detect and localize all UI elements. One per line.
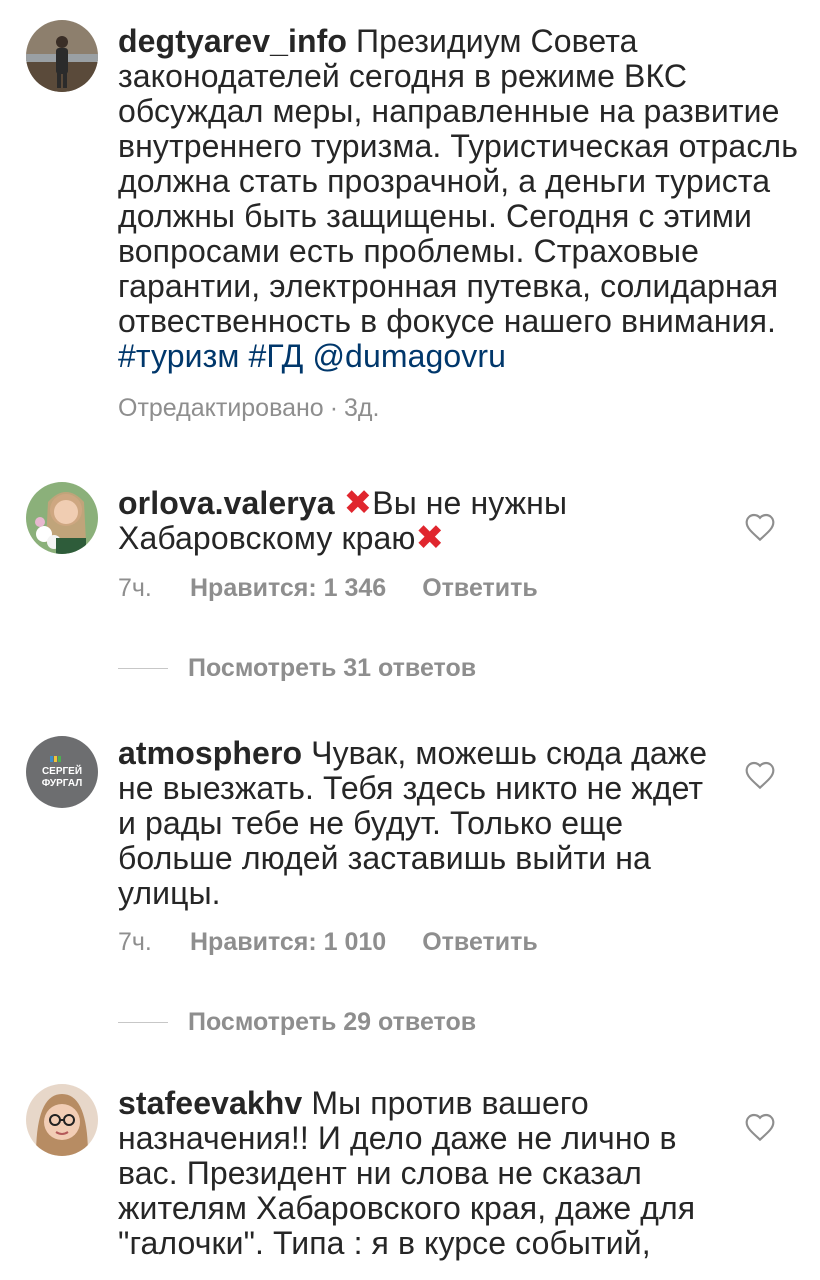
view-replies-button[interactable]: Посмотреть 31 ответов [118, 654, 476, 683]
comment-username[interactable]: atmosphero [118, 735, 302, 771]
post-time[interactable]: 3д. [344, 394, 379, 422]
comment-meta: 7ч. Нравится: 1 010 Ответить [118, 928, 538, 957]
comment-username[interactable]: stafeevakhv [118, 1085, 302, 1121]
comment-text: orlova.valerya ✖Вы не нужны Хабаровскому… [118, 486, 678, 556]
comment-username[interactable]: orlova.valerya [118, 485, 335, 521]
post-username[interactable]: degtyarev_info [118, 23, 347, 59]
post-author-avatar[interactable] [26, 20, 98, 92]
reply-button[interactable]: Ответить [422, 574, 538, 603]
replies-divider [118, 668, 168, 669]
commenter-avatar[interactable]: СЕРГЕЙ ФУРГАЛ [26, 736, 98, 808]
heart-outline-icon[interactable] [744, 1112, 776, 1142]
avatar-text-line2: ФУРГАЛ [42, 778, 82, 789]
avatar-logo: СЕРГЕЙ ФУРГАЛ [26, 736, 98, 808]
view-replies-label[interactable]: Посмотреть 29 ответов [188, 1008, 476, 1037]
replies-divider [118, 1022, 168, 1023]
avatar-photo [26, 482, 98, 554]
comment-item: СЕРГЕЙ ФУРГАЛ atmosphero Чувак, можешь с… [0, 724, 820, 1044]
cross-mark-emoji-icon: ✖ [415, 519, 445, 557]
view-replies-button[interactable]: Посмотреть 29 ответов [118, 1008, 476, 1037]
heart-outline-icon[interactable] [744, 760, 776, 790]
avatar-photo [26, 20, 98, 92]
likes-count[interactable]: Нравится: 1 010 [190, 928, 386, 957]
view-replies-label[interactable]: Посмотреть 31 ответов [188, 654, 476, 683]
heart-outline-icon[interactable] [744, 512, 776, 542]
comment-item: orlova.valerya ✖Вы не нужны Хабаровскому… [0, 470, 820, 700]
commenter-avatar[interactable] [26, 482, 98, 554]
comment-time[interactable]: 7ч. [118, 574, 190, 603]
post-caption-text: degtyarev_info Президиум Совета законода… [118, 24, 798, 374]
post-caption-block: degtyarev_info Президиум Совета законода… [0, 0, 820, 440]
cross-mark-emoji-icon: ✖ [343, 484, 373, 522]
commenter-avatar[interactable] [26, 1084, 98, 1156]
comment-text: atmosphero Чувак, можешь сюда даже не вы… [118, 736, 708, 911]
comment-time[interactable]: 7ч. [118, 928, 190, 957]
post-meta: Отредактировано · 3д. [118, 394, 380, 422]
avatar-photo [26, 1084, 98, 1156]
hashtag-tourism[interactable]: #туризм [118, 338, 240, 374]
reply-button[interactable]: Ответить [422, 928, 538, 957]
likes-count[interactable]: Нравится: 1 346 [190, 574, 386, 603]
comment-item: stafeevakhv Мы против вашего назначения!… [0, 1074, 820, 1280]
avatar-text-line1: СЕРГЕЙ [42, 764, 82, 777]
comment-text: stafeevakhv Мы против вашего назначения!… [118, 1086, 718, 1261]
edited-label: Отредактировано [118, 394, 324, 422]
hashtag-gd[interactable]: #ГД [249, 338, 304, 374]
post-caption-body: Президиум Совета законодателей сегодня в… [118, 23, 798, 339]
comment-meta: 7ч. Нравится: 1 346 Ответить [118, 574, 538, 603]
mention-dumagovru[interactable]: @dumagovru [312, 338, 506, 374]
